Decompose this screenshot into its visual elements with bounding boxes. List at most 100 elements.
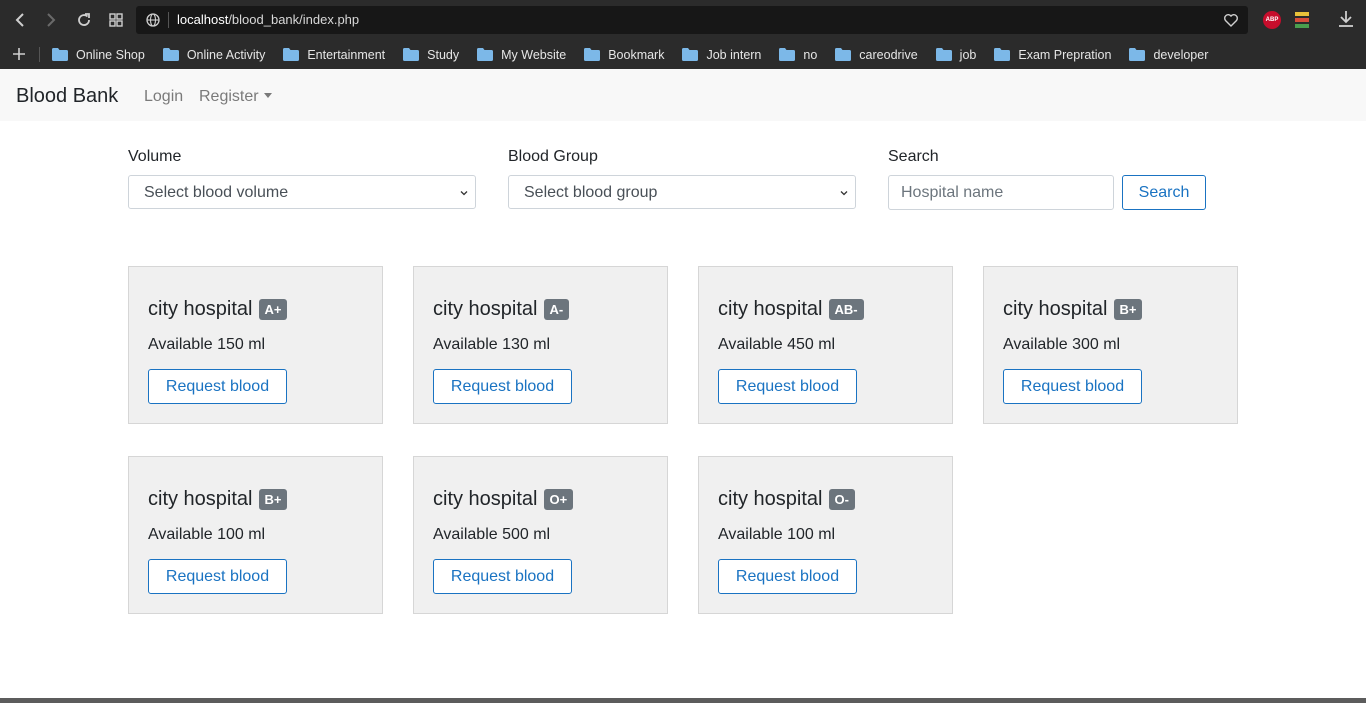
hospital-card: city hospital B+ Available 300 ml Request b… (983, 266, 1238, 424)
bookmark-label: no (803, 47, 818, 62)
card-title: city hospital O- (718, 487, 855, 511)
bookmark-folder[interactable]: careodrive (835, 47, 918, 62)
download-icon[interactable] (1336, 9, 1356, 31)
blood-group-badge: A+ (258, 298, 288, 320)
blood-group-badge: B+ (1113, 298, 1143, 320)
brand-link[interactable]: Blood Bank (16, 84, 118, 108)
bookmark-folder[interactable]: Bookmark (584, 48, 664, 62)
request-blood-button[interactable]: Request blood (1003, 369, 1142, 404)
back-icon[interactable] (9, 9, 31, 31)
address-bar[interactable]: localhost/blood_bank/index.php (136, 6, 1248, 34)
card-title: city hospital A+ (148, 297, 288, 321)
caret-down-icon (263, 93, 272, 98)
blood-group-badge: AB- (828, 298, 864, 320)
hospital-search-input[interactable] (888, 175, 1114, 210)
extension-icon[interactable] (1294, 11, 1310, 29)
bookmark-folder[interactable]: Exam Prepration (994, 48, 1111, 62)
folder-icon (835, 48, 852, 61)
bookmark-folder[interactable]: job (935, 48, 976, 62)
bookmark-folder[interactable]: My Website (477, 48, 566, 62)
blood-group-label: Blood Group (508, 148, 598, 165)
folder-icon (584, 48, 601, 61)
folder-icon (162, 48, 179, 61)
request-blood-button[interactable]: Request blood (718, 369, 857, 404)
available-volume: Available 500 ml (433, 526, 551, 543)
card-title: city hospital B+ (148, 487, 288, 511)
blood-group-badge: O- (828, 488, 855, 510)
browser-toolbar: localhost/blood_bank/index.php ABP (0, 0, 1366, 40)
bookmark-folder[interactable]: Job intern (682, 48, 761, 62)
nav-register-dropdown[interactable]: Register (199, 87, 272, 107)
card-title: city hospital A- (433, 297, 570, 321)
add-bookmark-icon[interactable] (10, 45, 28, 63)
blood-group-select[interactable]: Select blood group (508, 175, 856, 209)
site-navbar: Blood Bank Login Register (0, 69, 1366, 121)
hospital-card: city hospital B+ Available 100 ml Request b… (128, 456, 383, 614)
volume-select[interactable]: Select blood volume (128, 175, 476, 209)
search-label: Search (888, 148, 939, 165)
bookmark-folder[interactable]: developer (1129, 48, 1208, 62)
url-text: localhost/blood_bank/index.php (177, 12, 360, 27)
volume-select-value: Select blood volume (144, 184, 289, 201)
bookmark-folder[interactable]: no (779, 48, 817, 62)
request-blood-button[interactable]: Request blood (148, 369, 287, 404)
bookmark-label: Job intern (706, 47, 762, 62)
nav-register-label: Register (199, 88, 259, 105)
bookmark-label: careodrive (859, 47, 918, 62)
bookmark-label: Study (427, 47, 460, 62)
folder-icon (477, 48, 494, 61)
nav-login-link[interactable]: Login (144, 87, 183, 107)
search-button[interactable]: Search (1122, 175, 1206, 210)
bookmark-folder[interactable]: Study (403, 48, 459, 62)
bookmark-label: Online Activity (186, 47, 266, 62)
hospital-name: city hospital (148, 488, 253, 510)
speed-dial-icon[interactable] (105, 9, 127, 31)
folder-icon (1129, 48, 1146, 61)
bookmark-label: Exam Prepration (1018, 47, 1112, 62)
blood-group-badge: B+ (258, 488, 288, 510)
hospital-card: city hospital A- Available 130 ml Request b… (413, 266, 668, 424)
request-blood-button[interactable]: Request blood (433, 559, 572, 594)
available-volume: Available 130 ml (433, 336, 551, 353)
bookmarks-bar: Online Shop Online Activity Entertainment S… (0, 40, 1366, 70)
bookmark-folder[interactable]: Online Activity (162, 47, 266, 62)
reload-icon[interactable] (73, 9, 95, 31)
available-volume: Available 450 ml (718, 336, 836, 353)
card-title: city hospital O+ (433, 487, 574, 511)
url-divider (168, 12, 169, 28)
bookmark-heart-icon[interactable] (1223, 12, 1239, 28)
card-title: city hospital AB- (718, 297, 864, 321)
hospital-name: city hospital (433, 298, 538, 320)
adblock-extension-icon[interactable]: ABP (1263, 11, 1281, 29)
volume-label: Volume (128, 148, 182, 165)
folder-icon (935, 48, 952, 61)
hospital-name: city hospital (718, 488, 823, 510)
bookmark-folder[interactable]: Entertainment (283, 48, 385, 62)
available-volume: Available 100 ml (148, 526, 266, 543)
bookmark-label: Online Shop (76, 47, 145, 62)
folder-icon (682, 48, 699, 61)
forward-icon[interactable] (40, 9, 62, 31)
folder-icon (994, 48, 1011, 61)
bookmark-list: Online Shop Online Activity Entertainment S… (52, 40, 1226, 69)
hospital-name: city hospital (433, 488, 538, 510)
hospital-name: city hospital (148, 298, 253, 320)
chevron-down-icon (840, 191, 848, 196)
bookmark-folder[interactable]: Online Shop (52, 48, 145, 62)
bookmark-label: Bookmark (608, 47, 665, 62)
card-title: city hospital B+ (1003, 297, 1143, 321)
request-blood-button[interactable]: Request blood (433, 369, 572, 404)
chevron-down-icon (460, 191, 468, 196)
globe-icon (145, 12, 161, 28)
request-blood-button[interactable]: Request blood (718, 559, 857, 594)
blood-group-badge: A- (543, 298, 570, 320)
bookmark-label: Entertainment (307, 47, 386, 62)
available-volume: Available 150 ml (148, 336, 266, 353)
hospital-card: city hospital O- Available 100 ml Request b… (698, 456, 953, 614)
folder-icon (52, 48, 68, 61)
available-volume: Available 300 ml (1003, 336, 1121, 353)
hospital-card: city hospital AB- Available 450 ml Request … (698, 266, 953, 424)
bookmark-label: developer (1153, 47, 1209, 62)
request-blood-button[interactable]: Request blood (148, 559, 287, 594)
folder-icon (283, 48, 300, 61)
